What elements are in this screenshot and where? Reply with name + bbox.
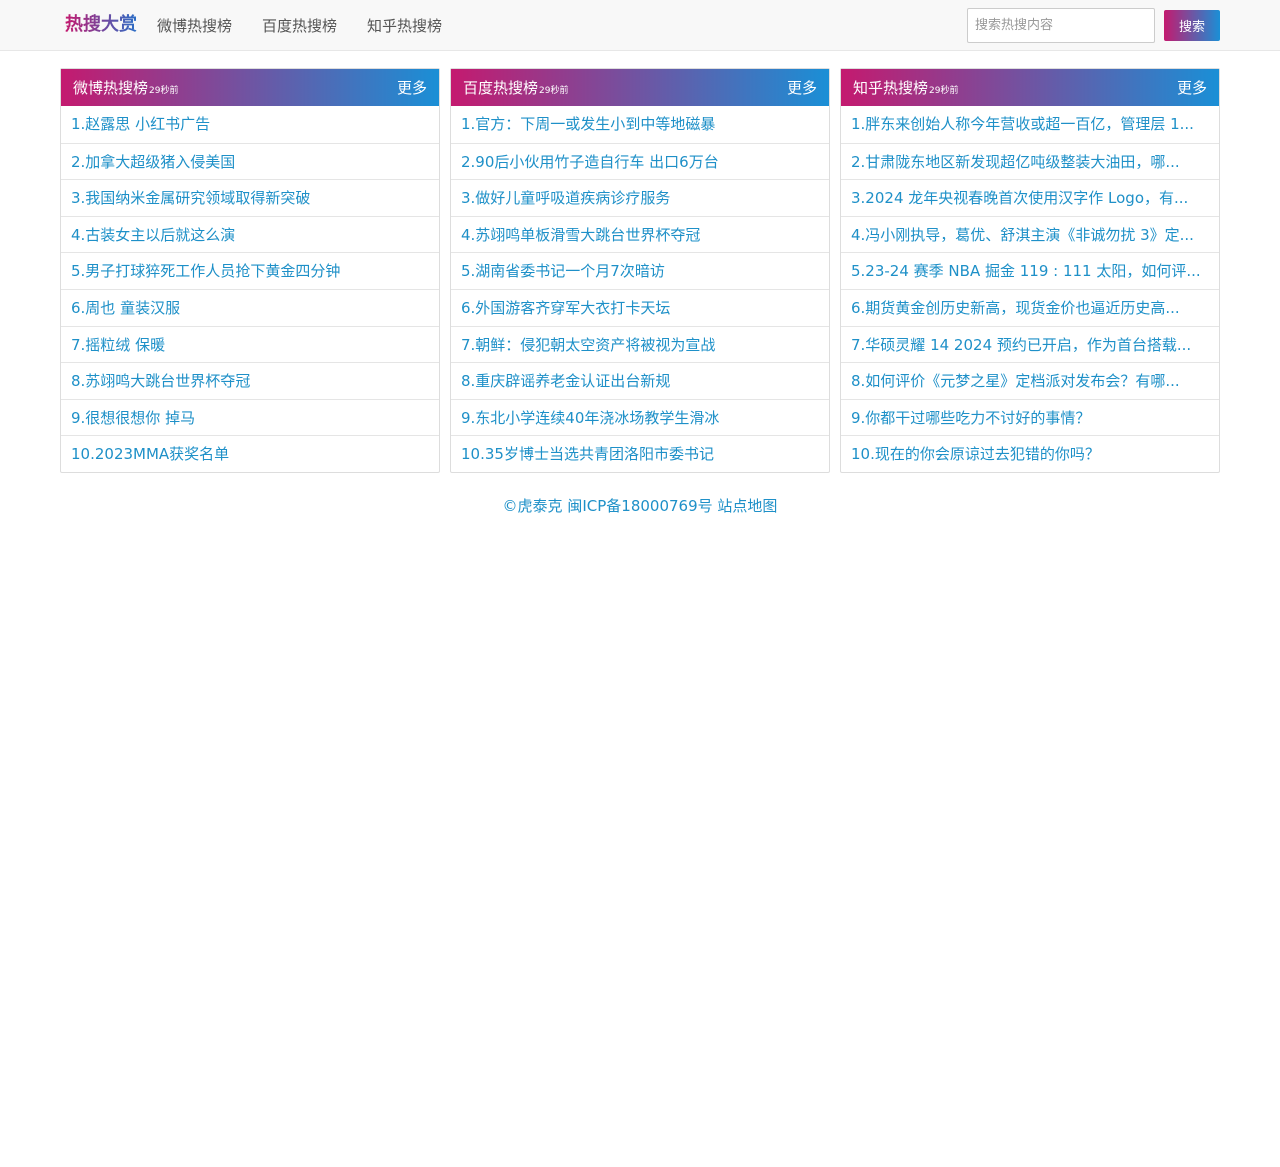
footer-copyright[interactable]: ©虎泰克	[503, 497, 563, 515]
hot-item[interactable]: 1.赵露思 小红书广告	[61, 106, 439, 143]
hot-item[interactable]: 6.期货黄金创历史新高，现货金价也逼近历史高...	[841, 288, 1219, 326]
footer-icp[interactable]: 闽ICP备18000769号	[567, 497, 712, 515]
nav-link-baidu[interactable]: 百度热搜榜	[262, 16, 337, 36]
hot-item[interactable]: 3.2024 龙年央视春晚首次使用汉字作 Logo，有...	[841, 179, 1219, 216]
footer: ©虎泰克 闽ICP备18000769号 站点地图	[0, 496, 1280, 516]
hot-item[interactable]: 7.摇粒绒 保暖	[61, 325, 439, 363]
search-input[interactable]	[967, 8, 1155, 43]
panel-baidu: 百度热搜榜29秒前 更多 1.官方：下周一或发生小到中等地磁暴 2.90后小伙用竹…	[450, 68, 830, 473]
hot-item[interactable]: 9.你都干过哪些吃力不讨好的事情？	[841, 398, 1219, 436]
hot-list: 1.胖东来创始人称今年营收或超一百亿，管理层 1... 2.甘肃陇东地区新发现超亿…	[841, 106, 1219, 472]
hot-item[interactable]: 5.23-24 赛季 NBA 掘金 119 : 111 太阳，如何评...	[841, 252, 1219, 289]
panel-time: 29秒前	[539, 86, 569, 96]
hot-item[interactable]: 9.很想很想你 掉马	[61, 398, 439, 436]
hot-item[interactable]: 1.官方：下周一或发生小到中等地磁暴	[451, 106, 829, 143]
search-button[interactable]: 搜索	[1164, 10, 1220, 41]
hot-list: 1.官方：下周一或发生小到中等地磁暴 2.90后小伙用竹子造自行车 出口6万台 3.…	[451, 106, 829, 472]
hot-item[interactable]: 10.2023MMA获奖名单	[61, 435, 439, 472]
hot-item[interactable]: 6.外国游客齐穿军大衣打卡天坛	[451, 288, 829, 326]
nav-link-weibo[interactable]: 微博热搜榜	[157, 16, 232, 36]
more-link[interactable]: 更多	[397, 78, 427, 98]
panel-title: 百度热搜榜29秒前	[463, 78, 568, 101]
panel-title: 微博热搜榜29秒前	[73, 78, 178, 101]
brand-logo[interactable]: 热搜大赏	[65, 14, 137, 36]
hot-item[interactable]: 9.东北小学连续40年浇冰场教学生滑冰	[451, 398, 829, 436]
panel-title-text: 微博热搜榜	[73, 79, 149, 97]
hot-item[interactable]: 6.周也 童装汉服	[61, 288, 439, 326]
footer-sitemap[interactable]: 站点地图	[717, 497, 777, 515]
hot-list: 1.赵露思 小红书广告 2.加拿大超级猪入侵美国 3.我国纳米金属研究领域取得新突破…	[61, 106, 439, 472]
hot-item[interactable]: 5.男子打球猝死工作人员抢下黄金四分钟	[61, 252, 439, 289]
panel-header: 微博热搜榜29秒前 更多	[61, 69, 439, 106]
hot-item[interactable]: 10.35岁博士当选共青团洛阳市委书记	[451, 435, 829, 472]
hot-item[interactable]: 8.重庆辟谣养老金认证出台新规	[451, 362, 829, 399]
hot-item[interactable]: 7.华硕灵耀 14 2024 预约已开启，作为首台搭载...	[841, 325, 1219, 363]
hot-item[interactable]: 7.朝鲜：侵犯朝太空资产将被视为宣战	[451, 325, 829, 363]
nav-link-zhihu[interactable]: 知乎热搜榜	[367, 16, 442, 36]
panel-title: 知乎热搜榜29秒前	[853, 78, 958, 101]
hot-item[interactable]: 2.甘肃陇东地区新发现超亿吨级整装大油田，哪...	[841, 142, 1219, 180]
panel-time: 29秒前	[149, 86, 179, 96]
more-link[interactable]: 更多	[787, 78, 817, 98]
panel-header: 百度热搜榜29秒前 更多	[451, 69, 829, 106]
hot-item[interactable]: 5.湖南省委书记一个月7次暗访	[451, 252, 829, 289]
panel-header: 知乎热搜榜29秒前 更多	[841, 69, 1219, 106]
hot-item[interactable]: 4.苏翊鸣单板滑雪大跳台世界杯夺冠	[451, 215, 829, 253]
panel-weibo: 微博热搜榜29秒前 更多 1.赵露思 小红书广告 2.加拿大超级猪入侵美国 3.我国…	[60, 68, 440, 473]
hot-item[interactable]: 4.古装女主以后就这么演	[61, 215, 439, 253]
hot-item[interactable]: 2.90后小伙用竹子造自行车 出口6万台	[451, 142, 829, 180]
hot-item[interactable]: 10.现在的你会原谅过去犯错的你吗？	[841, 435, 1219, 472]
hot-item[interactable]: 3.我国纳米金属研究领域取得新突破	[61, 179, 439, 216]
panel-time: 29秒前	[929, 86, 959, 96]
hot-item[interactable]: 4.冯小刚执导，葛优、舒淇主演《非诚勿扰 3》定...	[841, 215, 1219, 253]
hot-item[interactable]: 3.做好儿童呼吸道疾病诊疗服务	[451, 179, 829, 216]
hot-item[interactable]: 2.加拿大超级猪入侵美国	[61, 142, 439, 180]
navbar: 热搜大赏 微博热搜榜 百度热搜榜 知乎热搜榜 搜索	[0, 0, 1280, 51]
panel-title-text: 知乎热搜榜	[853, 79, 929, 97]
hot-item[interactable]: 1.胖东来创始人称今年营收或超一百亿，管理层 1...	[841, 106, 1219, 143]
more-link[interactable]: 更多	[1177, 78, 1207, 98]
panel-zhihu: 知乎热搜榜29秒前 更多 1.胖东来创始人称今年营收或超一百亿，管理层 1...…	[840, 68, 1220, 473]
hot-item[interactable]: 8.苏翊鸣大跳台世界杯夺冠	[61, 362, 439, 399]
hot-item[interactable]: 8.如何评价《元梦之星》定档派对发布会？有哪...	[841, 362, 1219, 399]
panel-title-text: 百度热搜榜	[463, 79, 539, 97]
